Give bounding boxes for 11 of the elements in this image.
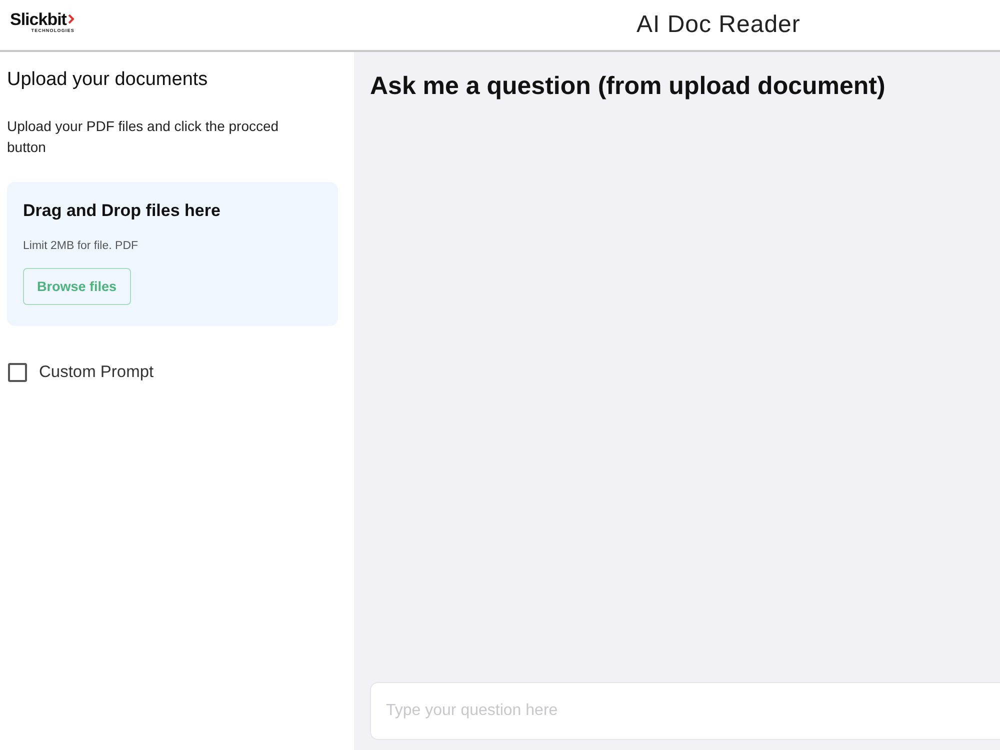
chevron-icon	[68, 14, 74, 24]
logo-wordmark: Slickbit	[10, 10, 66, 28]
file-limit-note: Limit 2MB for file. PDF	[23, 240, 138, 252]
file-dropzone[interactable]: Drag and Drop files here Limit 2MB for file. PDF Browse files	[7, 182, 338, 326]
checkbox[interactable]	[8, 363, 27, 382]
question-heading: Ask me a question (from upload document)	[370, 72, 886, 101]
dropzone-title: Drag and Drop files here	[23, 201, 220, 221]
upload-instructions: Upload your PDF files and click the procced button	[7, 117, 280, 157]
sidebar-heading: Upload your documents	[7, 69, 208, 91]
app-title: AI Doc Reader	[636, 11, 800, 39]
checkbox-label: Custom Prompt	[39, 363, 154, 382]
